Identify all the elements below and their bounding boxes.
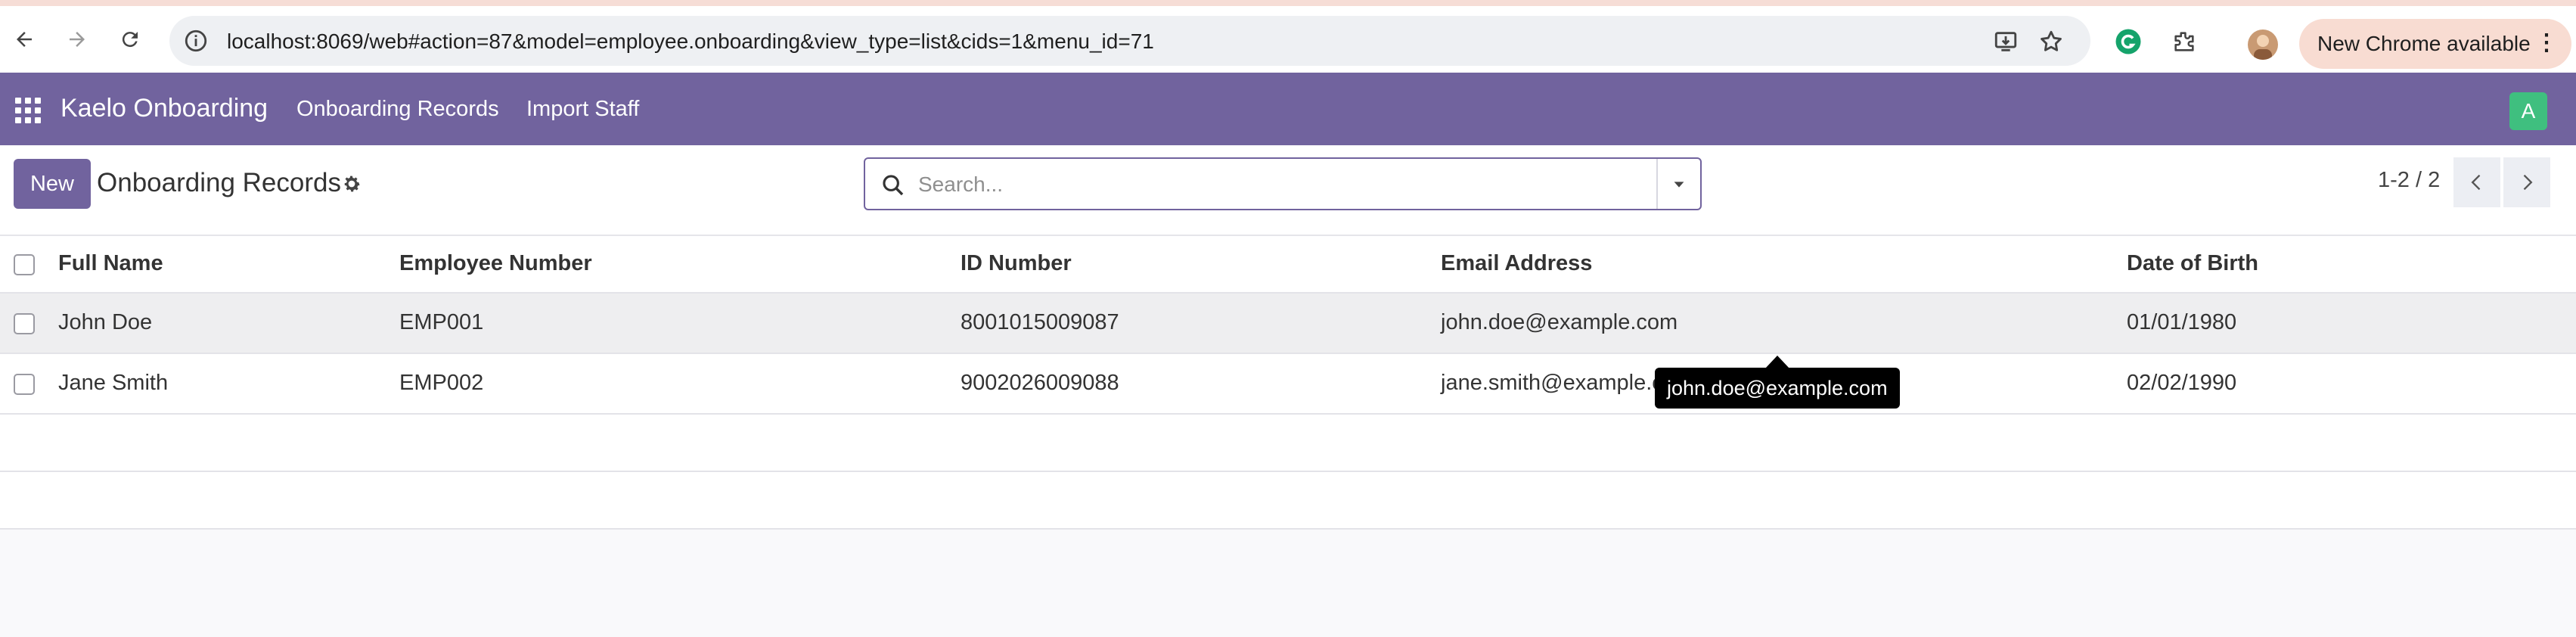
cell-email-address[interactable]: john.doe@example.com [1441, 310, 1678, 335]
chrome-top-strip [0, 0, 2576, 6]
cell-id-number[interactable]: 9002026009088 [961, 371, 1119, 396]
bookmark-star-icon[interactable] [2038, 28, 2065, 55]
reload-button[interactable] [113, 23, 147, 56]
pager-next-button[interactable] [2503, 157, 2550, 207]
reload-icon [122, 32, 138, 48]
app-brand[interactable]: Kaelo Onboarding [61, 94, 268, 123]
forward-button[interactable] [61, 23, 94, 56]
chevron-left-icon [2471, 174, 2481, 191]
app-top-nav: Kaelo Onboarding Onboarding Records Impo… [0, 73, 2576, 145]
search-box [864, 157, 1702, 210]
empty-table-row [0, 472, 2576, 530]
empty-table-row [0, 415, 2576, 472]
page-title: Onboarding Records [97, 168, 341, 197]
column-header-id-number[interactable]: ID Number [961, 251, 1072, 276]
control-panel: New Onboarding Records 1-2 / 2 [0, 145, 2576, 236]
new-record-button[interactable]: New [14, 159, 91, 209]
user-avatar[interactable]: A [2509, 92, 2547, 130]
column-header-email-address[interactable]: Email Address [1441, 251, 1592, 276]
new-chrome-available-button[interactable]: New Chrome available ⋮ [2299, 19, 2571, 69]
apps-grid-icon[interactable] [15, 98, 41, 123]
table-row[interactable]: Jane Smith EMP002 9002026009088 jane.smi… [0, 354, 2576, 415]
table-header-row: Full Name Employee Number ID Number Emai… [0, 236, 2576, 294]
cell-employee-number[interactable]: EMP001 [399, 310, 483, 335]
caret-down-icon [1674, 182, 1684, 188]
chrome-profile-avatar[interactable] [2248, 30, 2278, 60]
column-header-date-of-birth[interactable]: Date of Birth [2127, 251, 2258, 276]
kebab-menu-icon[interactable]: ⋮ [2535, 30, 2558, 57]
site-info-icon[interactable] [183, 28, 209, 54]
cell-date-of-birth[interactable]: 02/02/1990 [2127, 371, 2236, 396]
menu-item-onboarding-records[interactable]: Onboarding Records [296, 97, 499, 122]
cell-employee-number[interactable]: EMP002 [399, 371, 483, 396]
table-row[interactable]: John Doe EMP001 8001015009087 john.doe@e… [0, 294, 2576, 354]
chevron-right-icon [2523, 174, 2533, 191]
install-app-icon[interactable] [1992, 28, 2019, 55]
row-checkbox[interactable] [14, 313, 35, 334]
browser-toolbar: localhost:8069/web#action=87&model=emplo… [0, 6, 2576, 73]
gear-icon[interactable] [340, 172, 363, 195]
grammarly-extension-icon[interactable] [2113, 26, 2143, 57]
select-all-checkbox[interactable] [14, 254, 35, 275]
email-tooltip: john.doe@example.com [1655, 368, 1900, 409]
menu-item-import-staff[interactable]: Import Staff [526, 97, 639, 122]
column-header-employee-number[interactable]: Employee Number [399, 251, 592, 276]
cell-full-name[interactable]: Jane Smith [58, 371, 168, 396]
tooltip-arrow [1765, 356, 1789, 368]
search-input[interactable] [918, 168, 1599, 201]
forward-arrow-icon [70, 32, 85, 47]
new-chrome-label: New Chrome available [2317, 32, 2531, 55]
pager-value[interactable]: 1-2 / 2 [2378, 168, 2440, 193]
address-bar[interactable]: localhost:8069/web#action=87&model=emplo… [169, 16, 2090, 66]
cell-full-name[interactable]: John Doe [58, 310, 152, 335]
cell-date-of-birth[interactable]: 01/01/1980 [2127, 310, 2236, 335]
cell-id-number[interactable]: 8001015009087 [961, 310, 1119, 335]
extensions-puzzle-icon[interactable] [2169, 26, 2199, 57]
search-icon [883, 175, 904, 196]
back-button[interactable] [8, 23, 41, 56]
search-divider [1656, 159, 1658, 209]
row-checkbox[interactable] [14, 374, 35, 395]
column-header-full-name[interactable]: Full Name [58, 251, 163, 276]
pager-previous-button[interactable] [2453, 157, 2500, 207]
search-options-toggle[interactable] [1670, 176, 1688, 194]
url-text[interactable]: localhost:8069/web#action=87&model=emplo… [227, 30, 1154, 54]
back-arrow-icon [17, 32, 32, 47]
